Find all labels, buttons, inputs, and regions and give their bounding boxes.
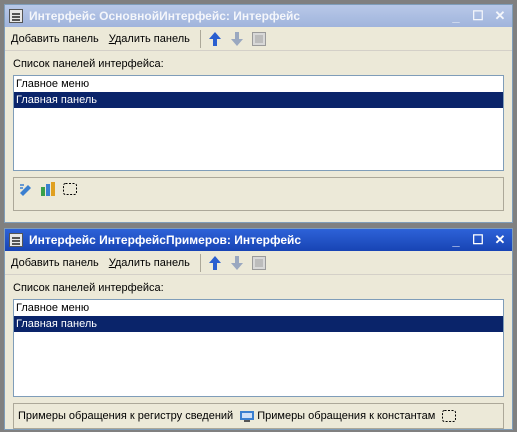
maximize-icon[interactable]: ☐ [470,232,486,248]
close-icon[interactable]: ✕ [492,232,508,248]
window-title: Интерфейс ОсновнойИнтерфейс: Интерфейс [29,9,301,23]
add-panel-button[interactable]: Добавить панель [11,257,99,269]
interface-window-examples: Интерфейс ИнтерфейсПримеров: Интерфейс _… [4,228,513,430]
panel-list[interactable]: Главное меню Главная панель [13,75,504,171]
list-item-main-panel[interactable]: Главная панель [14,316,503,332]
add-panel-button[interactable]: Добавить панель [11,33,99,45]
title-bar[interactable]: Интерфейс ОсновнойИнтерфейс: Интерфейс _… [5,5,512,27]
separator-icon[interactable] [62,181,78,197]
properties-icon[interactable] [251,31,267,47]
panel-preview [13,177,504,211]
minimize-icon[interactable]: _ [448,8,464,24]
window-icon [9,233,23,247]
arrow-down-icon[interactable] [229,31,245,47]
panel-list-label: Список панелей интерфейса: [13,282,164,294]
toolbar-separator [199,29,201,48]
toolbar: Добавить панель Удалить панель [5,251,512,275]
arrow-down-icon[interactable] [229,255,245,271]
panel-button-register-examples[interactable]: Примеры обращения к регистру сведений [18,410,233,422]
properties-icon[interactable] [251,255,267,271]
close-icon[interactable]: ✕ [492,8,508,24]
list-item-main-menu[interactable]: Главное меню [14,76,503,92]
arrow-up-icon[interactable] [207,31,223,47]
maximize-icon[interactable]: ☐ [470,8,486,24]
panel-button-constants-examples[interactable]: Примеры обращения к константам [257,410,435,422]
title-bar[interactable]: Интерфейс ИнтерфейсПримеров: Интерфейс _… [5,229,512,251]
remove-panel-button[interactable]: Удалить панель [109,257,190,269]
arrow-up-icon[interactable] [207,255,223,271]
submenu-icon[interactable] [40,181,56,197]
panel-preview: Примеры обращения к регистру сведений Пр… [13,403,504,429]
interface-window-main: Интерфейс ОсновнойИнтерфейс: Интерфейс _… [4,4,513,223]
minimize-icon[interactable]: _ [448,232,464,248]
list-item-main-menu[interactable]: Главное меню [14,300,503,316]
window-title: Интерфейс ИнтерфейсПримеров: Интерфейс [29,233,302,247]
panel-list[interactable]: Главное меню Главная панель [13,299,504,397]
list-item-main-panel[interactable]: Главная панель [14,92,503,108]
toolbar-button-icon[interactable] [18,181,34,197]
constants-icon [240,411,255,422]
panel-list-label: Список панелей интерфейса: [13,58,164,70]
window-icon [9,9,23,23]
toolbar-separator [199,253,201,272]
separator-icon[interactable] [441,408,457,424]
remove-panel-button[interactable]: Удалить панель [109,33,190,45]
toolbar: Добавить панель Удалить панель [5,27,512,51]
